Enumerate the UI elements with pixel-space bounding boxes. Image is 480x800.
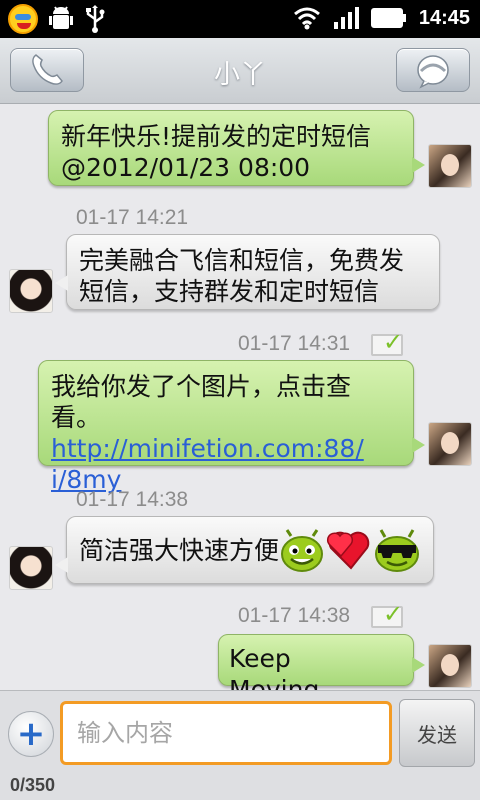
message-text: 简洁强大快速方便 bbox=[79, 535, 280, 565]
battery-icon bbox=[370, 8, 406, 28]
incoming-message[interactable]: 完美融合飞信和短信，免费发 短信，支持群发和定时短信 bbox=[55, 234, 440, 310]
message-input[interactable] bbox=[60, 701, 392, 765]
message-timestamp: 01-17 14:38 bbox=[238, 604, 351, 627]
wifi-icon bbox=[293, 7, 320, 30]
message-timestamp: 01-17 14:21 bbox=[76, 206, 189, 229]
outgoing-message[interactable]: 我给你发了个图片，点击查 看。 http://minifetion.com:88… bbox=[38, 360, 425, 494]
send-button[interactable]: 发送 bbox=[399, 699, 475, 767]
chat-header: 小丫 bbox=[0, 38, 480, 104]
message-text: 我给你发了个图片，点击查 看。 bbox=[51, 372, 352, 432]
my-avatar[interactable] bbox=[428, 144, 472, 188]
composer-bar: + 发送 0/350 bbox=[0, 690, 480, 800]
signal-icon bbox=[333, 7, 359, 29]
plus-icon: + bbox=[16, 714, 46, 754]
message-text: 完美融合飞信和短信，免费发 短信，支持群发和定时短信 bbox=[79, 246, 405, 306]
message-link[interactable]: http://minifetion.com:88/ i/8my bbox=[51, 434, 364, 494]
delivered-check-icon bbox=[371, 328, 403, 356]
message-timestamp: 01-17 14:31 bbox=[238, 332, 351, 355]
incoming-message[interactable]: 简洁强大快速方便 bbox=[55, 516, 434, 584]
status-bar-right-icons: 14:45 bbox=[293, 6, 470, 30]
message-text: 新年快乐!提前发的定时短信 @2012/01/23 08:00 bbox=[61, 122, 372, 182]
android-debug-icon bbox=[49, 6, 73, 29]
character-counter: 0/350 bbox=[10, 775, 56, 795]
status-time: 14:45 bbox=[418, 6, 470, 29]
delivered-check-icon bbox=[371, 600, 403, 628]
outgoing-message[interactable]: Keep Moving... bbox=[218, 634, 425, 690]
android-sunglasses-icon bbox=[375, 529, 419, 572]
contact-icon bbox=[417, 55, 449, 89]
android-smile-icon bbox=[281, 529, 323, 572]
status-bar-left-icons bbox=[8, 4, 106, 34]
outgoing-message[interactable]: 新年快乐!提前发的定时短信 @2012/01/23 08:00 bbox=[48, 110, 425, 186]
my-avatar[interactable] bbox=[428, 422, 472, 466]
my-avatar[interactable] bbox=[428, 644, 472, 688]
message-list[interactable]: 新年快乐!提前发的定时短信 @2012/01/23 08:00 01-17 14… bbox=[0, 104, 480, 690]
hearts-icon bbox=[326, 531, 370, 570]
contact-avatar[interactable] bbox=[9, 546, 53, 590]
contact-avatar[interactable] bbox=[9, 269, 53, 313]
fetion-app-icon bbox=[8, 4, 38, 34]
usb-icon bbox=[86, 5, 105, 33]
message-timestamp: 01-17 14:38 bbox=[76, 488, 189, 511]
contact-profile-button[interactable] bbox=[396, 48, 470, 92]
message-text: Keep Moving... bbox=[229, 644, 344, 690]
status-bar: 14:45 bbox=[0, 0, 480, 38]
add-attachment-button[interactable]: + bbox=[8, 711, 54, 757]
